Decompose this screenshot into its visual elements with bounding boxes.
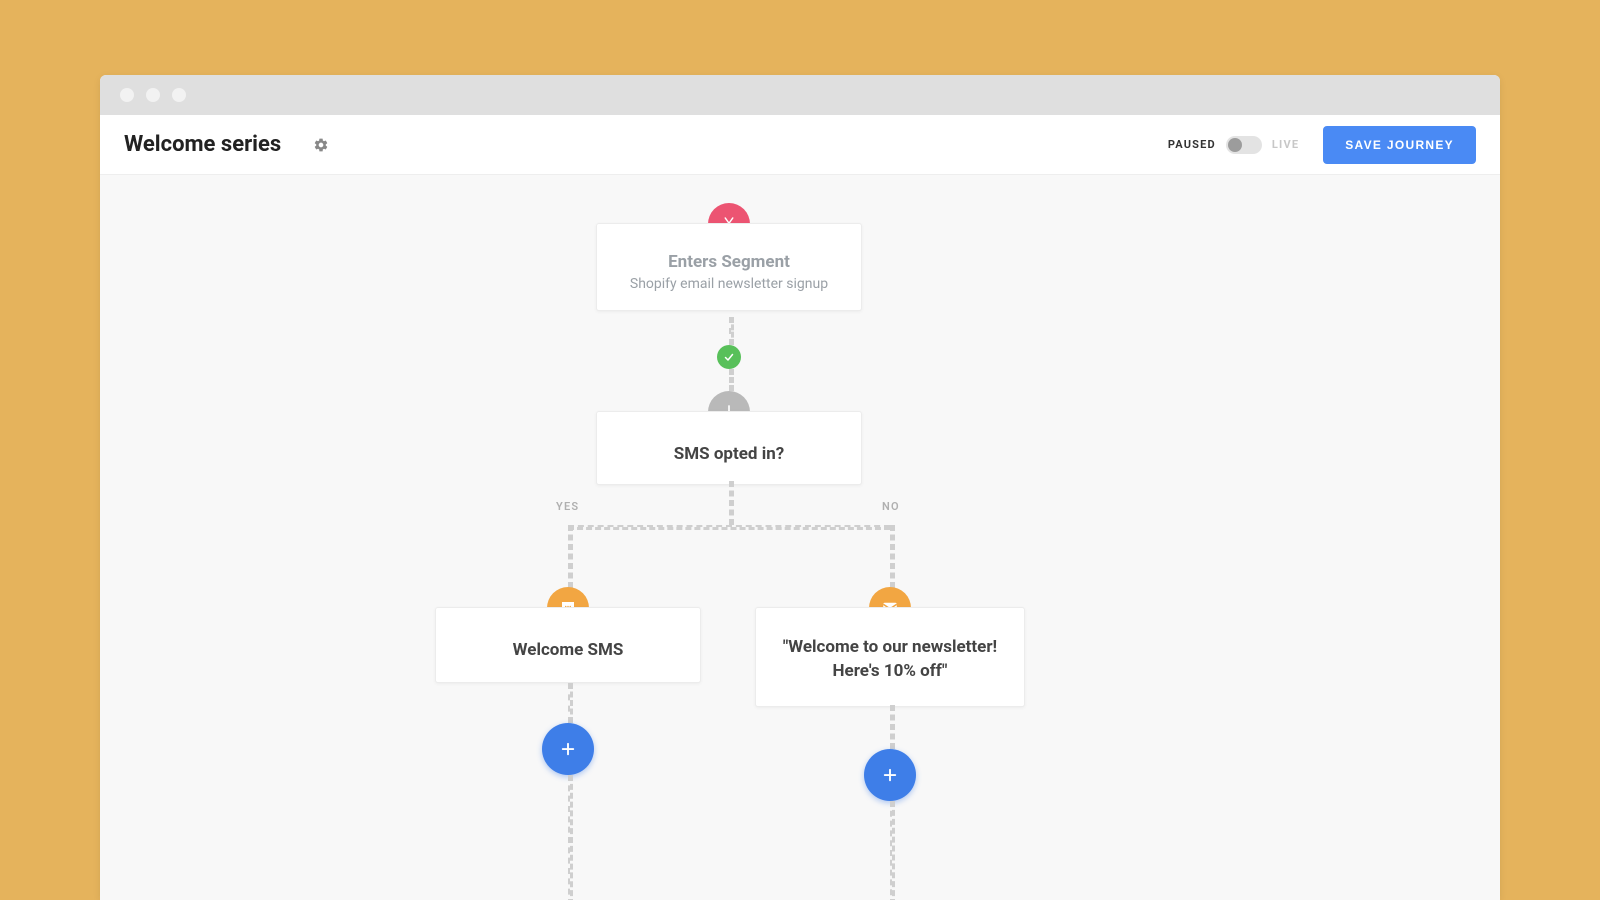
status-toggle[interactable] — [1226, 136, 1262, 154]
window-control-dot[interactable] — [146, 88, 160, 102]
connector-line — [568, 683, 573, 723]
connector-line — [890, 705, 895, 749]
plus-icon — [559, 740, 577, 758]
window-title-bar — [100, 75, 1500, 115]
settings-button[interactable] — [313, 137, 329, 153]
status-live-label: LIVE — [1272, 138, 1299, 151]
check-icon — [723, 351, 735, 363]
connector-line — [729, 481, 734, 525]
connector-branch-horizontal — [568, 525, 890, 530]
branch-no-label: NO — [882, 500, 900, 513]
journey-canvas[interactable]: Enters Segment Shopify email newsletter … — [100, 175, 1500, 900]
trigger-title: Enters Segment — [615, 252, 843, 272]
save-journey-button[interactable]: SAVE JOURNEY — [1323, 126, 1476, 164]
connector-line — [568, 775, 573, 900]
window-control-dot[interactable] — [120, 88, 134, 102]
connector-line — [729, 369, 734, 391]
app-header: Welcome series PAUSED LIVE SAVE JOURNEY — [100, 115, 1500, 175]
trigger-node[interactable]: Enters Segment Shopify email newsletter … — [596, 223, 862, 311]
connector-line — [729, 317, 734, 345]
status-toggle-group: PAUSED LIVE — [1168, 136, 1299, 154]
window-control-dot[interactable] — [172, 88, 186, 102]
email-action-title: "Welcome to our newsletter! Here's 10% o… — [778, 636, 1002, 684]
check-badge — [717, 345, 741, 369]
browser-window: Welcome series PAUSED LIVE SAVE JOURNEY — [100, 75, 1500, 900]
add-step-button-yes[interactable] — [542, 723, 594, 775]
toggle-knob — [1228, 138, 1242, 152]
page-title: Welcome series — [124, 132, 281, 157]
condition-title: SMS opted in? — [615, 444, 843, 464]
sms-action-node[interactable]: Welcome SMS — [435, 607, 701, 683]
gear-icon — [313, 137, 329, 153]
plus-icon — [881, 766, 899, 784]
status-paused-label: PAUSED — [1168, 138, 1216, 151]
sms-action-title: Welcome SMS — [454, 640, 682, 660]
add-step-button-no[interactable] — [864, 749, 916, 801]
connector-line — [890, 801, 895, 900]
branch-yes-label: YES — [556, 500, 579, 513]
email-action-node[interactable]: "Welcome to our newsletter! Here's 10% o… — [755, 607, 1025, 707]
trigger-subtitle: Shopify email newsletter signup — [615, 276, 843, 292]
condition-node[interactable]: SMS opted in? — [596, 411, 862, 485]
